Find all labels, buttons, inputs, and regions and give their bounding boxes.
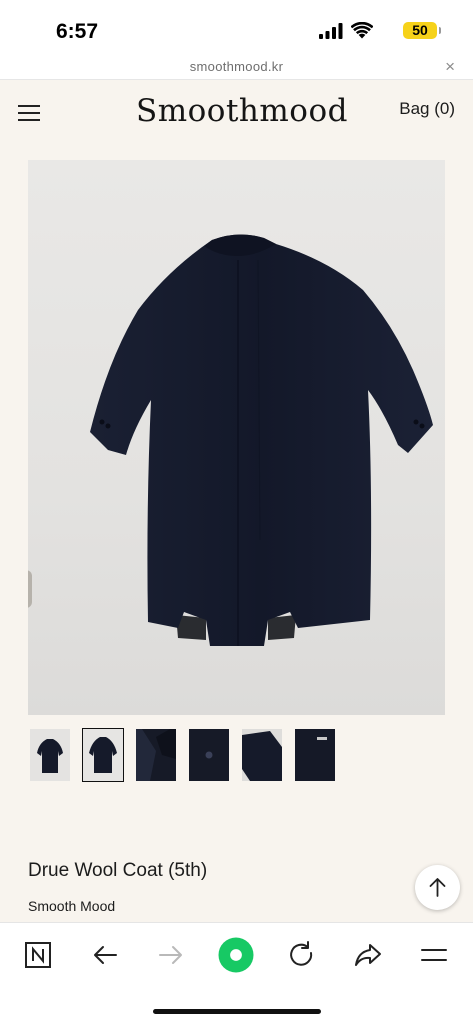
naver-home-button[interactable] [18, 935, 58, 975]
green-dot-button[interactable] [216, 935, 256, 975]
status-time: 6:57 [56, 20, 99, 43]
menu-icon [421, 949, 447, 961]
hamburger-menu-icon[interactable] [18, 105, 40, 121]
wifi-icon [351, 22, 373, 39]
share-button[interactable] [348, 935, 388, 975]
reload-icon [290, 941, 313, 966]
browser-toolbar [0, 922, 473, 1024]
forward-button[interactable] [151, 935, 191, 975]
coat-image [90, 234, 433, 646]
site-header: Smoothmood Bag (0) [0, 81, 473, 145]
thumbnail[interactable] [295, 729, 335, 781]
signal-icon [319, 23, 343, 39]
thumbnail[interactable] [189, 729, 229, 781]
naver-n-icon [25, 942, 51, 968]
share-icon [355, 944, 381, 966]
forward-arrow-icon [159, 946, 182, 964]
url-text[interactable]: smoothmood.kr [0, 59, 473, 74]
battery-nub [439, 27, 441, 34]
thumbnail[interactable] [136, 729, 176, 781]
url-bar[interactable]: smoothmood.kr × [0, 56, 473, 80]
arrow-up-icon [429, 878, 446, 897]
thumbnail-strip [28, 727, 448, 783]
reload-button[interactable] [282, 935, 322, 975]
bag-link[interactable]: Bag (0) [399, 99, 455, 119]
product-brand[interactable]: Smooth Mood [28, 898, 115, 914]
product-title: Drue Wool Coat (5th) [28, 860, 208, 881]
green-dot-icon [218, 937, 254, 973]
back-button[interactable] [85, 935, 125, 975]
battery-icon: 50 [403, 22, 441, 39]
thumbnail-active[interactable] [82, 728, 124, 782]
battery-level: 50 [412, 22, 428, 38]
site-logo[interactable]: Smoothmood [136, 91, 347, 131]
status-bar: 6:57 50 [0, 0, 473, 56]
thumbnail[interactable] [242, 729, 282, 781]
browser-menu-button[interactable] [414, 935, 454, 975]
thumbnail[interactable] [30, 729, 70, 781]
back-arrow-icon [94, 946, 117, 964]
product-main-image[interactable] [28, 160, 445, 715]
status-icons: 50 [297, 22, 441, 42]
scroll-to-top-button[interactable] [415, 865, 460, 910]
close-icon[interactable]: × [445, 57, 455, 77]
home-indicator[interactable] [153, 1009, 321, 1014]
